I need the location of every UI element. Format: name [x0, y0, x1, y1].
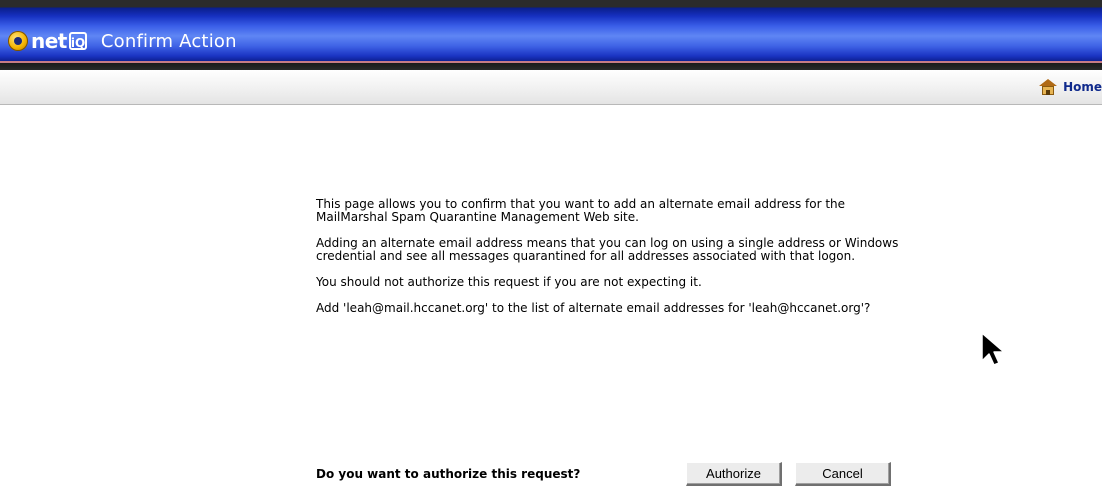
mouse-cursor-icon — [981, 332, 1005, 366]
home-label: Home — [1063, 80, 1102, 94]
toolbar: Home — [0, 70, 1102, 105]
logo-icon — [8, 31, 28, 51]
logo-badge: iQ — [68, 32, 87, 50]
explanation-paragraph: Adding an alternate email address means … — [316, 236, 899, 263]
intro-paragraph: This page allows you to confirm that you… — [316, 197, 846, 224]
authorize-prompt: Do you want to authorize this request? — [316, 467, 581, 481]
cancel-button[interactable]: Cancel — [795, 462, 891, 486]
authorize-button[interactable]: Authorize — [686, 462, 782, 486]
title-bar: net iQ Confirm Action — [0, 0, 1102, 70]
page-title: Confirm Action — [100, 30, 237, 52]
app-logo: net iQ Confirm Action — [8, 29, 237, 53]
home-icon — [1039, 79, 1058, 95]
home-link[interactable]: Home — [1039, 79, 1102, 95]
warning-paragraph: You should not authorize this request if… — [316, 275, 702, 289]
confirmation-message: This page allows you to confirm that you… — [316, 198, 906, 328]
request-paragraph: Add 'leah@mail.hccanet.org' to the list … — [316, 301, 871, 315]
logo-text: net — [31, 29, 67, 53]
header-divider — [0, 61, 1102, 63]
